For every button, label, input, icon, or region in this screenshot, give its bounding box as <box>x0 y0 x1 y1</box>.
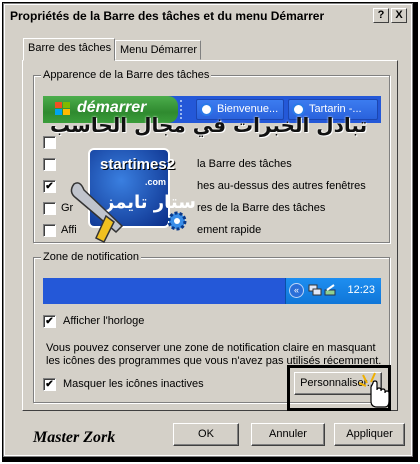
group-legend: Zone de notification <box>41 251 142 263</box>
gear-icon <box>167 211 187 231</box>
wrench-screwdriver-icon <box>70 182 124 244</box>
option-label: hes au-dessus des autres fenêtres <box>197 180 366 192</box>
hide-inactive-checkbox[interactable]: ✔ <box>43 378 56 391</box>
option-checkbox[interactable]: ✔ <box>43 180 56 193</box>
ok-button[interactable]: OK <box>173 423 239 446</box>
hand-cursor-icon <box>358 372 390 408</box>
tab-label: Barre des tâches <box>28 42 112 54</box>
option-checkbox[interactable] <box>43 224 56 237</box>
cancel-button[interactable]: Annuler <box>251 423 325 446</box>
show-clock-checkbox[interactable]: ✔ <box>43 315 56 328</box>
tab-menu-demarrer[interactable]: Menu Démarrer <box>115 40 201 60</box>
watermark-com: .com <box>145 177 167 187</box>
option-label: ement rapide <box>197 224 262 236</box>
option-label: la Barre des tâches <box>197 158 292 170</box>
network-icon <box>308 284 322 296</box>
tray-clock: 12:23 <box>347 284 375 296</box>
chevron-left-icon: « <box>289 283 304 298</box>
watermark-arabic-text: تبادل الخبرات في مجال الحاسب <box>50 113 368 137</box>
option-checkbox[interactable] <box>43 202 56 215</box>
hide-inactive-label: Masquer les icônes inactives <box>63 378 204 390</box>
option-checkbox[interactable] <box>43 158 56 171</box>
apply-button[interactable]: Appliquer <box>334 423 405 446</box>
help-button[interactable]: ? <box>373 8 389 23</box>
tab-label: Menu Démarrer <box>120 44 198 56</box>
signature: Master Zork <box>33 429 116 446</box>
system-tray: « 12:23 <box>285 278 381 304</box>
close-button[interactable]: X <box>391 8 407 23</box>
notification-preview: « 12:23 <box>43 278 381 304</box>
option-checkbox[interactable] <box>43 136 56 149</box>
window-title: Propriétés de la Barre des tâches et du … <box>10 9 325 23</box>
watermark-site: startimes2 <box>100 156 176 173</box>
tab-barre-des-taches[interactable]: Barre des tâches <box>23 38 115 61</box>
show-clock-label: Afficher l'horloge <box>63 315 145 327</box>
option-label: res de la Barre des tâches <box>197 202 326 214</box>
title-bar: Propriétés de la Barre des tâches et du … <box>5 5 411 27</box>
safely-remove-icon <box>324 284 336 296</box>
group-legend: Apparence de la Barre des tâches <box>41 69 212 81</box>
